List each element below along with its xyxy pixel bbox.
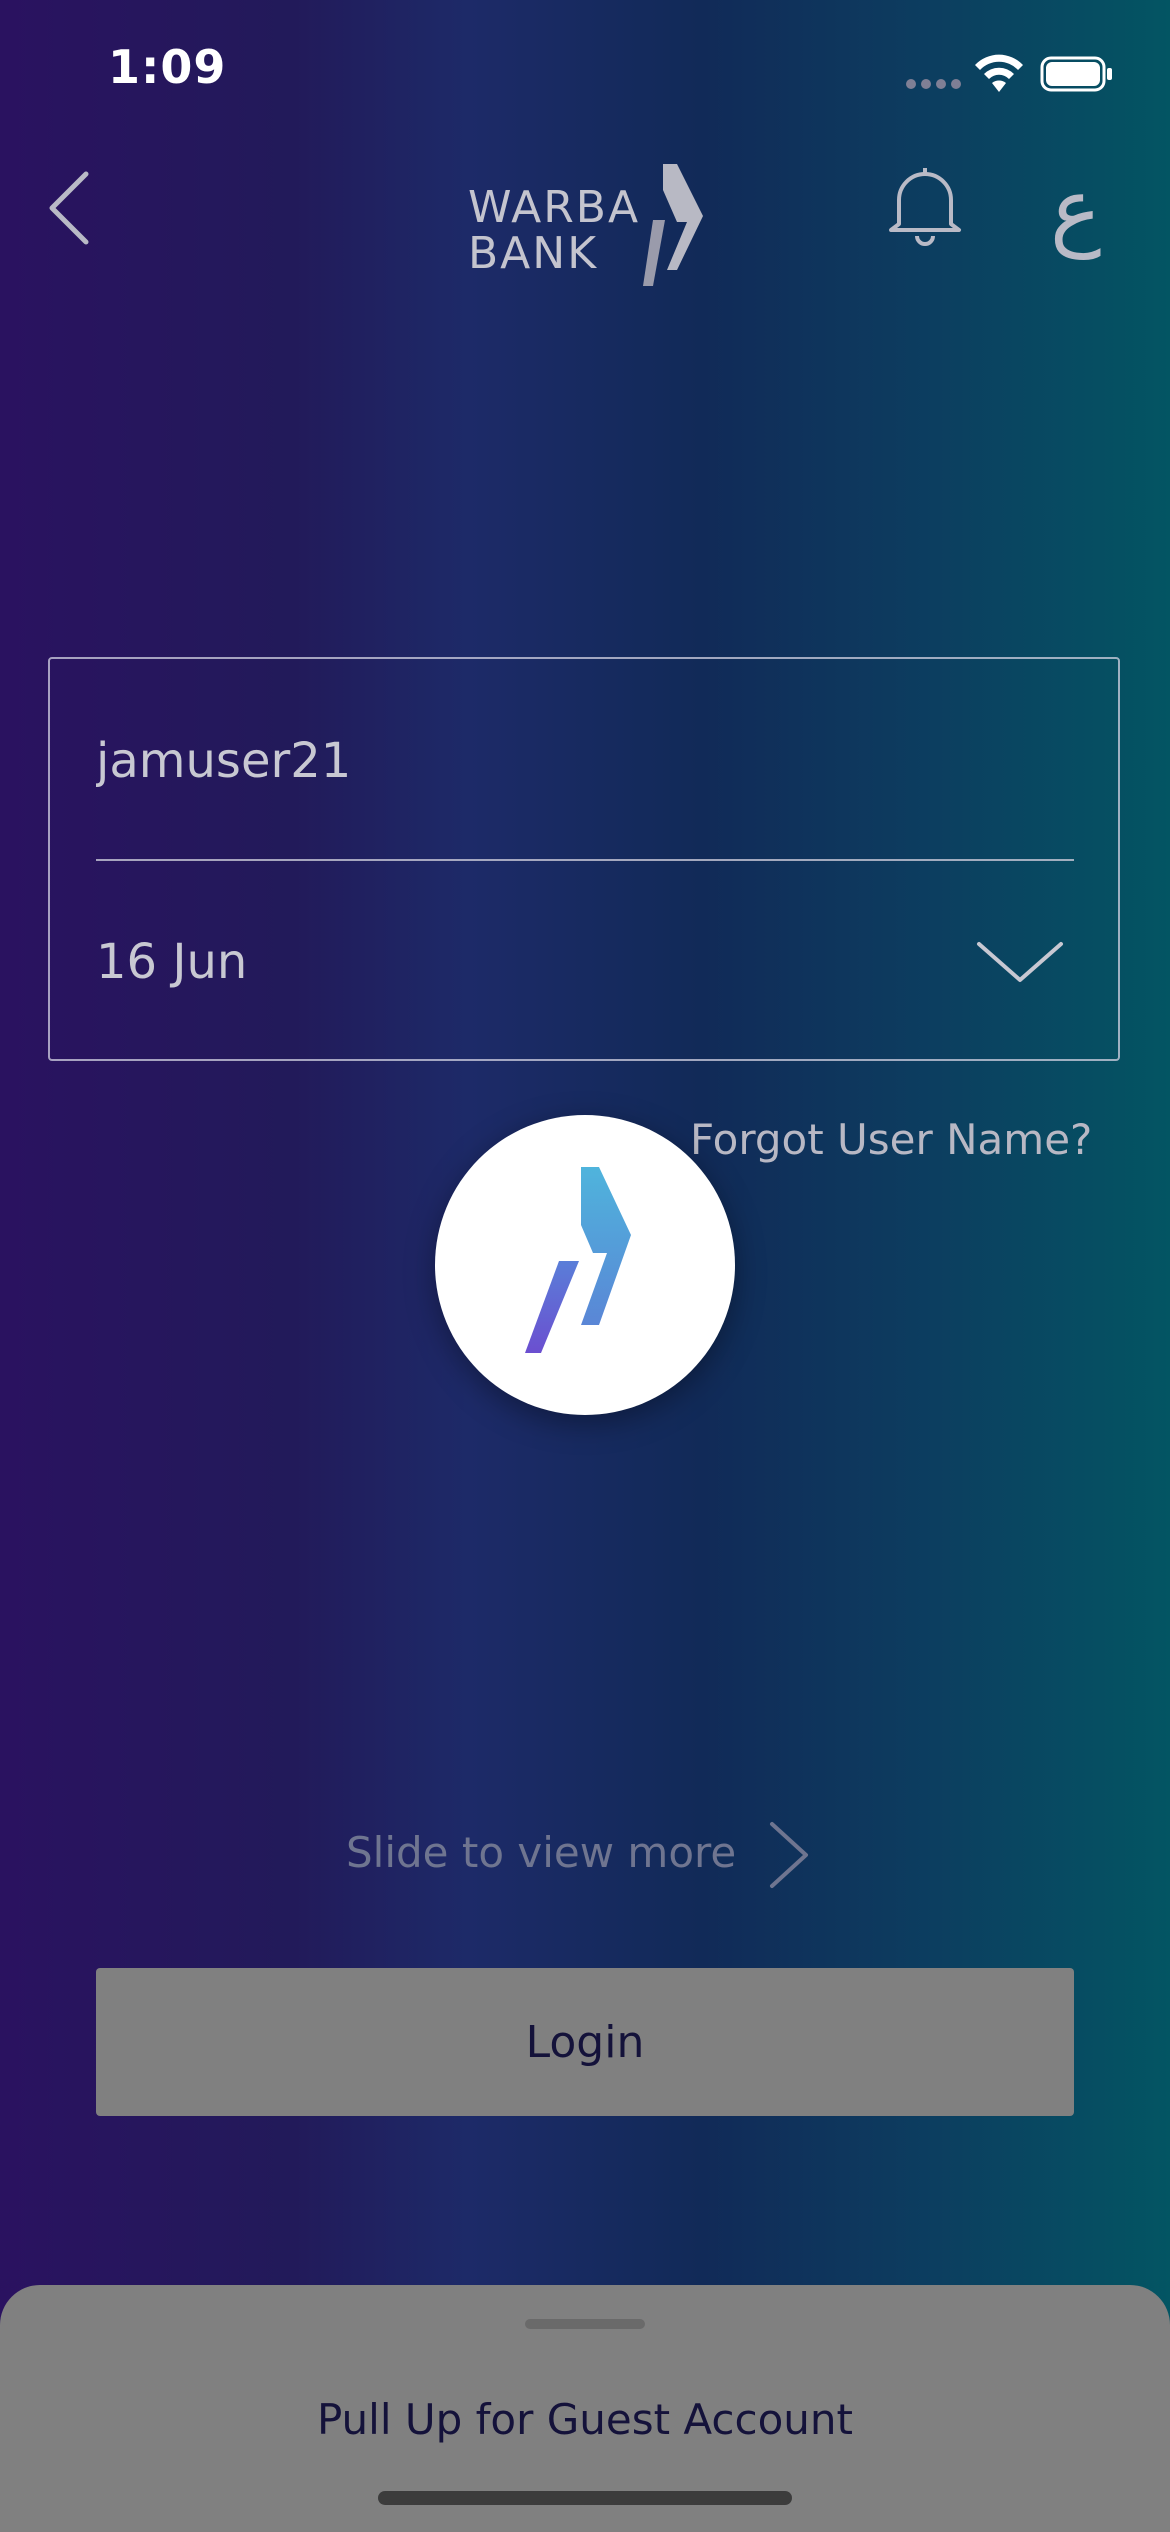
battery-icon	[1040, 56, 1112, 92]
date-selector-value[interactable]: 16 Jun	[96, 934, 247, 990]
brand-line2: BANK	[468, 228, 599, 279]
signal-icon	[906, 79, 961, 89]
sheet-handle[interactable]	[525, 2319, 645, 2329]
language-toggle[interactable]: ع	[1050, 160, 1101, 260]
username-field[interactable]	[96, 721, 1076, 801]
notification-button[interactable]	[885, 162, 965, 248]
back-button[interactable]	[46, 170, 96, 246]
forgot-username-link[interactable]: Forgot User Name?	[690, 1115, 1092, 1164]
bell-icon	[889, 168, 961, 246]
login-card: 16 Jun	[48, 657, 1120, 1061]
chevron-down-icon[interactable]	[975, 934, 1065, 994]
status-time: 1:09	[108, 40, 227, 94]
home-indicator	[378, 2491, 792, 2505]
chevron-left-icon	[49, 171, 89, 245]
login-button[interactable]: Login	[96, 1968, 1074, 2116]
brand-chevron-icon	[643, 164, 703, 286]
wifi-icon	[975, 54, 1023, 92]
brand-logo: WARBA BANK	[468, 160, 708, 290]
field-divider	[96, 859, 1074, 861]
bank-logo-icon	[525, 1167, 631, 1353]
brand-line1: WARBA	[468, 182, 641, 233]
chevron-right-icon[interactable]	[768, 1820, 810, 1890]
guest-account-sheet[interactable]: Pull Up for Guest Account	[0, 2285, 1170, 2532]
slide-hint: Slide to view more	[346, 1828, 737, 1877]
loading-logo	[435, 1115, 735, 1415]
guest-account-label: Pull Up for Guest Account	[316, 2395, 854, 2444]
